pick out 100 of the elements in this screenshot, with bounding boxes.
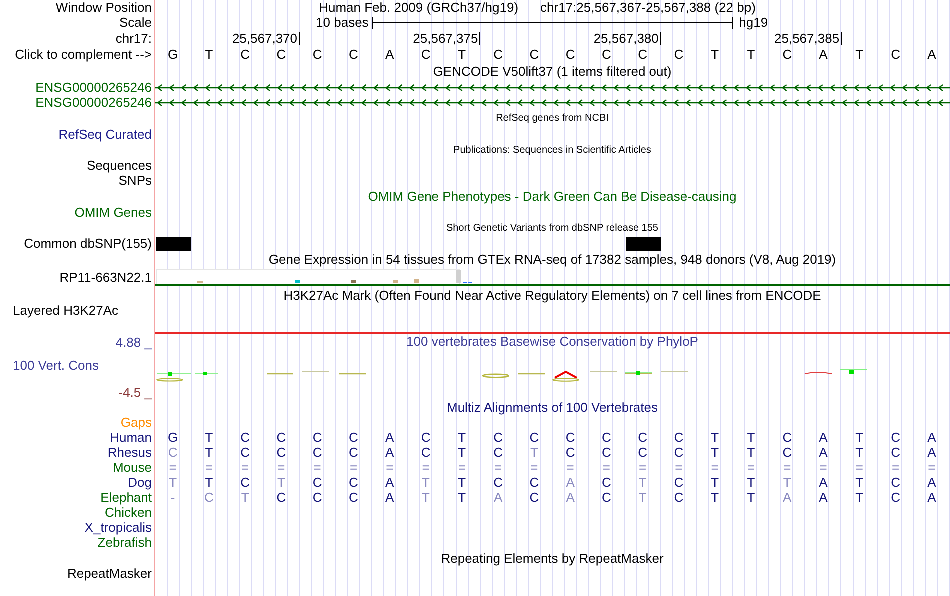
base-letter: C: [891, 490, 900, 505]
base-letter: C: [168, 445, 178, 460]
base-letter: C: [602, 445, 612, 460]
position-range: chr17:25,567,367-25,567,388 (22 bp): [540, 0, 756, 15]
base-letter: =: [820, 460, 828, 475]
track-title: H3K27Ac Mark (Often Found Near Active Regulatory Elements) on 7 cell lines from ENCODE: [284, 288, 822, 303]
track-label: Dog: [128, 475, 153, 490]
variant-block[interactable]: [626, 236, 661, 250]
base-letter: C: [602, 490, 612, 505]
base-letter: =: [494, 460, 502, 475]
base-letter: T: [422, 490, 430, 505]
base-letter: =: [747, 460, 756, 475]
base-letter: A: [783, 490, 792, 505]
track-label: Chicken: [105, 505, 153, 520]
base-letter: C: [494, 445, 503, 460]
scale-label: 10 bases: [316, 15, 370, 30]
base-letter: T: [458, 47, 466, 62]
base-letter: C: [530, 475, 540, 490]
track-label: Mouse: [112, 460, 153, 475]
base-letter: =: [422, 460, 430, 475]
track-label: Common dbSNP(155): [24, 236, 153, 251]
base-letter: C: [602, 47, 612, 62]
base-letter: T: [711, 475, 720, 490]
base-letter: C: [312, 47, 322, 62]
base-letter: A: [928, 490, 936, 505]
base-letter: A: [928, 430, 936, 445]
base-letter: T: [277, 475, 286, 490]
base-letter: A: [819, 445, 828, 460]
base-letter: =: [856, 460, 864, 475]
track-title: Short Genetic Variants from dbSNP release 155: [446, 222, 658, 236]
base-letter: C: [349, 490, 358, 505]
base-letter: T: [747, 445, 756, 460]
base-letter: T: [711, 445, 720, 460]
base-letter: -: [170, 490, 176, 505]
base-letter: T: [856, 475, 864, 490]
track-label: Rhesus: [108, 445, 153, 460]
base-letter: C: [494, 475, 503, 490]
base-letter: T: [711, 430, 720, 445]
base-letter: T: [711, 490, 720, 505]
base-letter: T: [638, 490, 647, 505]
base-letter: T: [422, 475, 430, 490]
base-letter: A: [566, 475, 575, 490]
base-letter: A: [819, 490, 828, 505]
base-letter: A: [386, 430, 394, 445]
track-label: Zebrafish: [98, 535, 153, 550]
track-label: OMIM Genes: [74, 205, 153, 220]
track-label: Click to complement -->: [15, 47, 153, 62]
base-letter: C: [566, 445, 576, 460]
base-letter: =: [602, 460, 610, 475]
base-letter: C: [276, 445, 286, 460]
base-letter: C: [638, 430, 648, 445]
track-label: 100 Vert. Cons: [12, 358, 100, 373]
track-label: SNPs: [118, 173, 153, 188]
base-letter: T: [711, 47, 720, 62]
variant-block[interactable]: [156, 236, 192, 250]
track-label: chr17:: [116, 30, 153, 46]
base-letter: T: [458, 490, 466, 505]
base-letter: =: [639, 460, 647, 475]
base-letter: C: [891, 445, 900, 460]
base-letter: T: [747, 430, 756, 445]
base-letter: C: [240, 47, 250, 62]
base-letter: T: [856, 430, 864, 445]
base-letter: A: [566, 490, 575, 505]
base-letter: =: [530, 460, 538, 475]
base-letter: A: [819, 47, 828, 62]
base-letter: =: [711, 460, 719, 475]
track-label: Layered H3K27Ac: [12, 303, 119, 318]
base-letter: C: [349, 47, 358, 62]
base-letter: C: [782, 445, 792, 460]
base-letter: A: [494, 490, 503, 505]
base-letter: C: [674, 490, 684, 505]
base-letter: =: [242, 460, 250, 475]
track-label: ENSG00000265246: [36, 95, 153, 110]
base-letter: T: [205, 475, 214, 490]
track-title: Gene Expression in 54 tissues from GTEx RNA-seq of 17382 samples, 948 donors (V8, Aug 2019): [268, 252, 836, 267]
base-letter: T: [747, 475, 756, 490]
base-letter: C: [276, 430, 286, 445]
genome-assembly: Human Feb. 2009 (GRCh37/hg19): [319, 0, 519, 15]
base-letter: C: [638, 445, 648, 460]
track-label: Sequences: [86, 158, 153, 173]
track-label: Window Position: [56, 0, 153, 15]
base-letter: C: [891, 430, 900, 445]
axis-max-label: 4.88 _: [116, 335, 154, 350]
track-label: Scale: [119, 15, 153, 30]
base-letter: A: [819, 430, 828, 445]
base-letter: T: [205, 47, 214, 62]
base-letter: T: [169, 475, 178, 490]
base-letter: T: [856, 47, 864, 62]
ruler-tick: 25,567,370: [232, 32, 300, 44]
assembly-label: hg19: [738, 15, 770, 30]
track-label: RP11-663N22.1: [60, 270, 153, 285]
track-title: Multiz Alignments of 100 Vertebrates: [446, 400, 658, 415]
base-letter: C: [312, 430, 322, 445]
track-title: 100 vertebrates Basewise Conservation by PhyloP: [406, 334, 698, 349]
track-title: OMIM Gene Phenotypes - Dark Green Can Be Disease-causing: [368, 189, 737, 204]
base-letter: C: [782, 47, 792, 62]
base-letter: =: [350, 460, 358, 475]
base-letter: C: [530, 47, 540, 62]
base-letter: A: [819, 475, 828, 490]
base-letter: A: [386, 475, 394, 490]
